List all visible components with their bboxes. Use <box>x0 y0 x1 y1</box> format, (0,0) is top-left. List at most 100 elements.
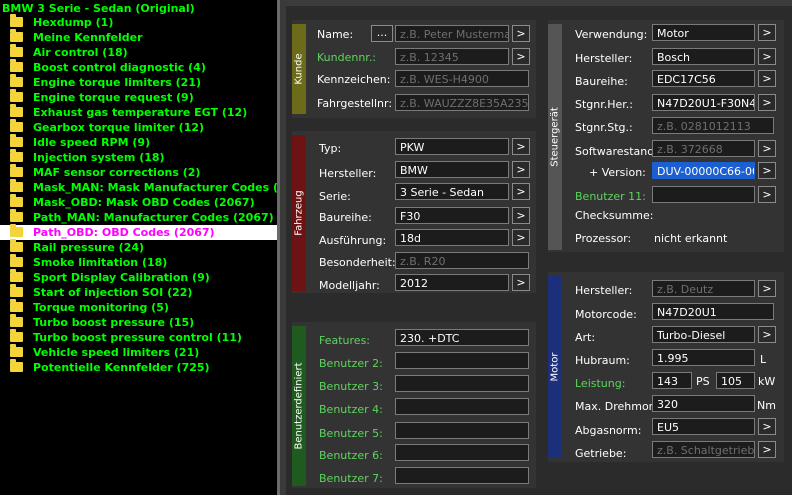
benutzer-field[interactable] <box>395 467 529 484</box>
ausfuehrung-arrow-button[interactable]: > <box>512 229 530 246</box>
tree-item[interactable]: Boost control diagnostic (4) <box>0 59 277 75</box>
tree-item[interactable]: Turbo boost pressure (15) <box>0 314 277 330</box>
serie-field[interactable]: 3 Serie - Sedan <box>395 183 509 200</box>
tree-item[interactable]: MAF sensor corrections (2) <box>0 164 277 180</box>
sg-baureihe-field[interactable]: EDC17C56 <box>652 70 755 87</box>
tree-item[interactable]: Exhaust gas temperature EGT (12) <box>0 104 277 120</box>
art-field[interactable]: Turbo-Diesel <box>652 326 755 343</box>
fahrgestellnr-field[interactable]: z.B. WAUZZZ8E35A235 <box>395 94 529 111</box>
tree-item[interactable]: Hexdump (1) <box>0 14 277 30</box>
tree-item[interactable]: Sport Display Calibration (9) <box>0 269 277 285</box>
tree-item-label: Vehicle speed limiters (21) <box>33 346 200 359</box>
ausfuehrung-field[interactable]: 18d <box>395 229 509 246</box>
art-arrow-button[interactable]: > <box>758 326 776 343</box>
sg-baureihe-arrow-button[interactable]: > <box>758 70 776 87</box>
getriebe-arrow-button[interactable]: > <box>758 441 776 458</box>
tree-item-label: Mask_MAN: Mask Manufacturer Codes (2067) <box>33 181 277 194</box>
benutzer-label: Benutzer 2: <box>319 357 383 370</box>
tree-item[interactable]: Injection system (18) <box>0 149 277 165</box>
version-arrow-button[interactable]: > <box>758 162 776 179</box>
kundennr-field[interactable]: z.B. 12345 <box>395 48 509 65</box>
tree-item[interactable]: Torque monitoring (5) <box>0 299 277 315</box>
getriebe-field[interactable]: z.B. Schaltgetriebe <box>652 441 755 458</box>
benutzer11-arrow-button[interactable]: > <box>758 186 776 203</box>
name-arrow-button[interactable]: > <box>512 25 530 42</box>
tree-item[interactable]: Mask_OBD: Mask OBD Codes (2067) <box>0 194 277 210</box>
tree-item-label: Path_OBD: OBD Codes (2067) <box>33 226 215 239</box>
benutzer11-field[interactable] <box>652 186 755 203</box>
version-field[interactable]: DUV-00000C66-005 <box>652 162 755 179</box>
serie-arrow-button[interactable]: > <box>512 183 530 200</box>
tree-item[interactable]: Path_MAN: Manufacturer Codes (2067) <box>0 209 277 225</box>
tree-item[interactable]: Engine torque request (9) <box>0 89 277 105</box>
leistung-kw-field[interactable]: 105 <box>716 372 755 389</box>
mo-hersteller-field[interactable]: z.B. Deutz <box>652 280 755 297</box>
leistung-ps-field[interactable]: 143 <box>652 372 692 389</box>
typ-arrow-button[interactable]: > <box>512 138 530 155</box>
prozessor-value: nicht erkannt <box>654 232 728 245</box>
getriebe-label: Getriebe: <box>575 447 627 460</box>
sg-hersteller-field[interactable]: Bosch <box>652 48 755 65</box>
stgnrstg-field[interactable]: z.B. 0281012113 <box>652 117 774 134</box>
stgnrher-arrow-button[interactable]: > <box>758 94 776 111</box>
verwendung-arrow-button[interactable]: > <box>758 24 776 41</box>
typ-field[interactable]: PKW <box>395 138 509 155</box>
sg-hersteller-arrow-button[interactable]: > <box>758 48 776 65</box>
map-tree[interactable]: BMW 3 Serie - Sedan (Original) Hexdump (… <box>0 0 277 495</box>
kennzeichen-field[interactable]: z.B. WES-H4900 <box>395 70 529 87</box>
softwarestand-field[interactable]: z.B. 372668 <box>652 140 755 157</box>
besonderheit-label: Besonderheit: <box>319 256 396 269</box>
features-field[interactable]: 230. +DTC <box>395 329 529 346</box>
name-label: Name: <box>317 28 354 41</box>
kennzeichen-label: Kennzeichen: <box>317 73 391 86</box>
verwendung-field[interactable]: Motor <box>652 24 755 41</box>
abgasnorm-field[interactable]: EU5 <box>652 418 755 435</box>
tree-item[interactable]: Path_OBD: OBD Codes (2067) <box>0 224 277 240</box>
fz-baureihe-arrow-button[interactable]: > <box>512 207 530 224</box>
modelljahr-arrow-button[interactable]: > <box>512 274 530 291</box>
tree-item[interactable]: Engine torque limiters (21) <box>0 74 277 90</box>
tree-item[interactable]: Turbo boost pressure control (11) <box>0 329 277 345</box>
stgnrher-field[interactable]: N47D20U1-F30N47U <box>652 94 755 111</box>
benutzer-field[interactable] <box>395 444 529 461</box>
mo-hersteller-arrow-button[interactable]: > <box>758 280 776 297</box>
tree-item-label: Meine Kennfelder <box>33 31 143 44</box>
tree-item[interactable]: Mask_MAN: Mask Manufacturer Codes (2067) <box>0 179 277 195</box>
motorcode-field[interactable]: N47D20U1 <box>652 303 774 320</box>
name-field[interactable]: z.B. Peter Mustermann <box>395 25 509 42</box>
tree-item[interactable]: Potentielle Kennfelder (725) <box>0 359 277 375</box>
modelljahr-field[interactable]: 2012 <box>395 274 509 291</box>
benutzer-field[interactable] <box>395 422 529 439</box>
kundennr-arrow-button[interactable]: > <box>512 48 530 65</box>
folder-icon <box>10 59 23 72</box>
tree-item[interactable]: Rail pressure (24) <box>0 239 277 255</box>
abgasnorm-arrow-button[interactable]: > <box>758 418 776 435</box>
panel-header <box>286 0 792 6</box>
drehmom-field[interactable]: 320 <box>652 395 755 412</box>
folder-icon <box>10 149 23 162</box>
sg-hersteller-label: Hersteller: <box>575 52 633 65</box>
fz-hersteller-arrow-button[interactable]: > <box>512 161 530 178</box>
folder-icon <box>10 344 23 357</box>
benutzer-field[interactable] <box>395 398 529 415</box>
splitter[interactable] <box>277 0 286 495</box>
tree-item[interactable]: Gearbox torque limiter (12) <box>0 119 277 135</box>
tree-item[interactable]: Meine Kennfelder <box>0 29 277 45</box>
hubraum-field[interactable]: 1.995 <box>652 349 755 366</box>
softwarestand-arrow-button[interactable]: > <box>758 140 776 157</box>
tree-item[interactable]: Vehicle speed limiters (21) <box>0 344 277 360</box>
fz-hersteller-field[interactable]: BMW <box>395 161 509 178</box>
benutzer-field[interactable] <box>395 375 529 392</box>
benutzer-field[interactable] <box>395 352 529 369</box>
tree-item[interactable]: Smoke limitation (18) <box>0 254 277 270</box>
tree-item[interactable]: Idle speed RPM (9) <box>0 134 277 150</box>
tree-item[interactable]: Air control (18) <box>0 44 277 60</box>
tree-root[interactable]: BMW 3 Serie - Sedan (Original) <box>2 2 195 15</box>
tree-item[interactable]: Start of injection SOI (22) <box>0 284 277 300</box>
name-browse-button[interactable]: ... <box>371 25 393 42</box>
kw-unit: kW <box>758 375 776 388</box>
sg-baureihe-label: Baureihe: <box>575 75 628 88</box>
besonderheit-field[interactable]: z.B. R20 <box>395 252 529 269</box>
fz-baureihe-field[interactable]: F30 <box>395 207 509 224</box>
folder-icon <box>10 359 23 372</box>
